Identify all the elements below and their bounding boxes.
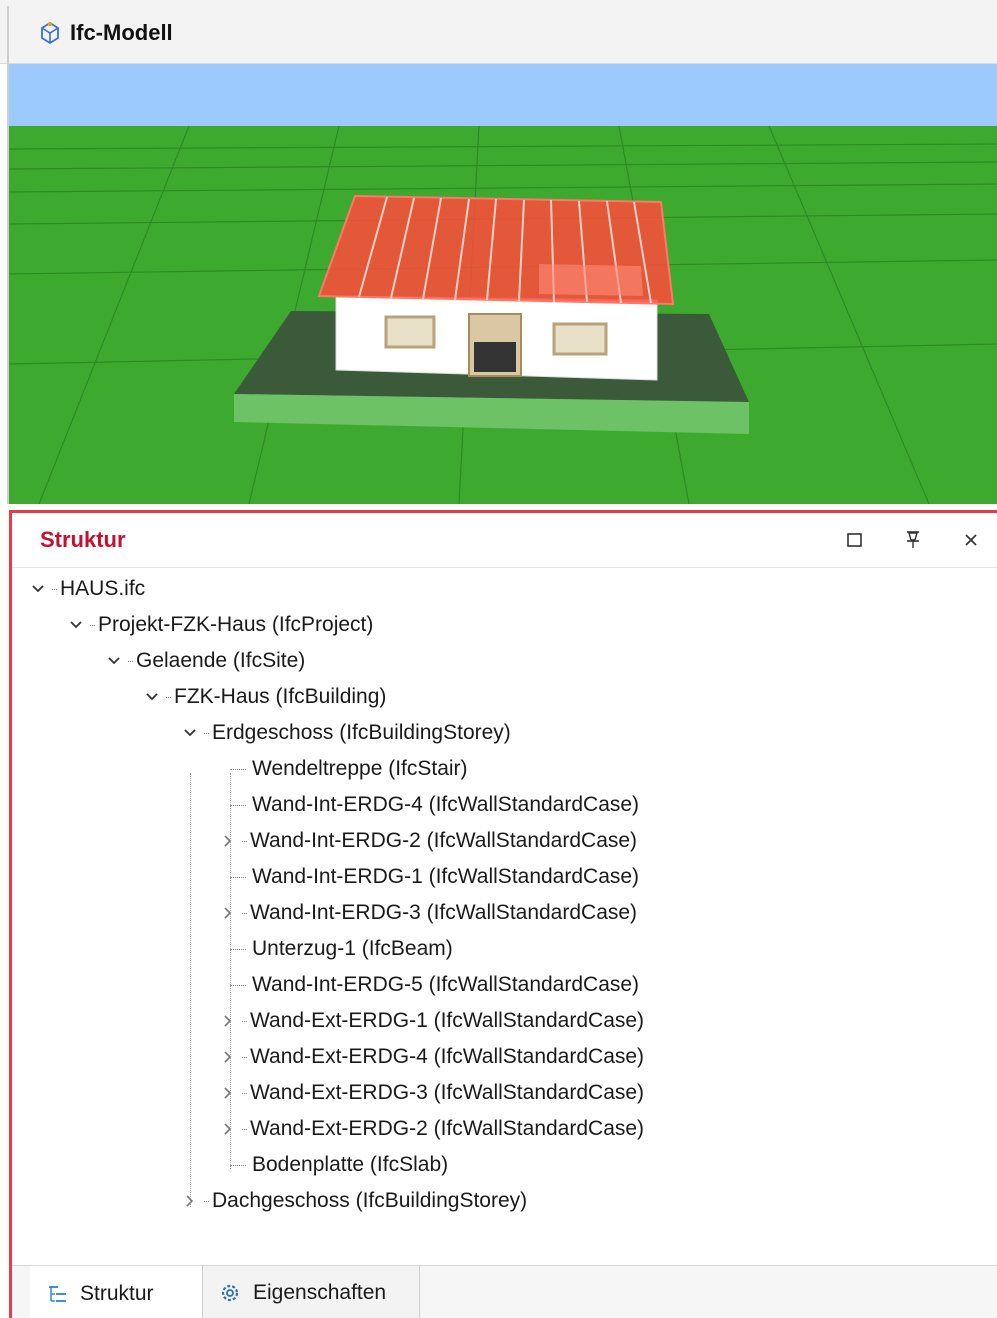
chevron-right-icon[interactable] xyxy=(218,1047,238,1067)
tree-node-erdgeschoss[interactable]: Erdgeschoss (IfcBuildingStorey) xyxy=(180,715,511,751)
tree-label: Projekt-FZK-Haus (IfcProject) xyxy=(98,613,374,636)
window-right xyxy=(552,322,608,356)
panel-title: Struktur xyxy=(40,527,126,552)
close-button[interactable] xyxy=(958,527,984,553)
tree-label: Wand-Int-ERDG-3 (IfcWallStandardCase) xyxy=(250,901,638,924)
panel-bottom-tabs: Struktur Eigenschaften xyxy=(12,1265,997,1318)
tree-label: Wand-Ext-ERDG-3 (IfcWallStandardCase) xyxy=(250,1081,645,1104)
tree-label: Gelaende (IfcSite) xyxy=(136,649,306,672)
tree-structure-icon xyxy=(49,1286,66,1302)
tree-label: Wand-Ext-ERDG-2 (IfcWallStandardCase) xyxy=(250,1117,645,1140)
maximize-icon xyxy=(847,533,862,547)
tab-label: Eigenschaften xyxy=(253,1280,387,1304)
tree-node-item[interactable]: Wand-Int-ERDG-5 (IfcWallStandardCase) xyxy=(230,967,639,1003)
tree-label: Wendeltreppe (IfcStair) xyxy=(252,757,468,780)
tree-node-dachgeschoss[interactable]: Dachgeschoss (IfcBuildingStorey) xyxy=(180,1183,527,1219)
tree-label: Wand-Int-ERDG-2 (IfcWallStandardCase) xyxy=(250,829,638,852)
tree-guide-line xyxy=(190,773,191,1207)
tree-node-item[interactable]: Unterzug-1 (IfcBeam) xyxy=(230,931,453,967)
pin-button[interactable] xyxy=(900,527,926,553)
tree-node-item[interactable]: Wand-Int-ERDG-1 (IfcWallStandardCase) xyxy=(230,859,639,895)
tree-node-item[interactable]: Wand-Ext-ERDG-3 (IfcWallStandardCase) xyxy=(218,1075,644,1111)
tree-label: Dachgeschoss (IfcBuildingStorey) xyxy=(212,1189,528,1212)
tree-node-item[interactable]: Wand-Int-ERDG-2 (IfcWallStandardCase) xyxy=(218,823,637,859)
tree-node-item[interactable]: Wand-Ext-ERDG-2 (IfcWallStandardCase) xyxy=(218,1111,644,1147)
door-glass xyxy=(474,342,516,372)
maximize-button[interactable] xyxy=(842,527,868,553)
structure-tree: HAUS.ifc Projekt-FZK-Haus (IfcProject) G… xyxy=(12,571,997,1261)
tab-struktur[interactable]: Struktur xyxy=(30,1266,202,1318)
window-left xyxy=(384,315,436,349)
chevron-down-icon[interactable] xyxy=(142,687,162,707)
tree-label: Bodenplatte (IfcSlab) xyxy=(252,1153,449,1176)
tree-node-root[interactable]: HAUS.ifc xyxy=(28,571,145,607)
tree-node-project[interactable]: Projekt-FZK-Haus (IfcProject) xyxy=(66,607,373,643)
tab-label: Struktur xyxy=(80,1282,154,1305)
tree-node-building[interactable]: FZK-Haus (IfcBuilding) xyxy=(142,679,386,715)
tree-label: FZK-Haus (IfcBuilding) xyxy=(174,685,387,708)
panel-header: Struktur xyxy=(12,513,997,568)
sky xyxy=(9,64,997,126)
tree-label: Wand-Ext-ERDG-1 (IfcWallStandardCase) xyxy=(250,1009,645,1032)
chevron-right-icon[interactable] xyxy=(218,1083,238,1103)
close-icon xyxy=(965,534,977,546)
chevron-down-icon[interactable] xyxy=(104,651,124,671)
tree-node-item[interactable]: Wand-Ext-ERDG-4 (IfcWallStandardCase) xyxy=(218,1039,644,1075)
tree-label: Wand-Ext-ERDG-4 (IfcWallStandardCase) xyxy=(250,1045,645,1068)
tree-node-item[interactable]: Wendeltreppe (IfcStair) xyxy=(230,751,468,787)
editor-tab-bar: Ifc-Modell xyxy=(0,0,997,64)
tree-label: Wand-Int-ERDG-1 (IfcWallStandardCase) xyxy=(252,865,640,888)
chevron-down-icon[interactable] xyxy=(180,723,200,743)
3d-scene xyxy=(9,64,997,504)
chevron-right-icon[interactable] xyxy=(218,831,238,851)
tree-node-item[interactable]: Wand-Int-ERDG-3 (IfcWallStandardCase) xyxy=(218,895,637,931)
tab-ifc-modell[interactable]: Ifc-Modell xyxy=(38,18,173,48)
tree-node-item[interactable]: Wand-Int-ERDG-4 (IfcWallStandardCase) xyxy=(230,787,639,823)
tree-label: Unterzug-1 (IfcBeam) xyxy=(252,937,453,960)
tab-eigenschaften[interactable]: Eigenschaften xyxy=(202,1266,420,1318)
pin-icon xyxy=(907,531,919,548)
properties-gear-icon xyxy=(221,1284,239,1301)
chevron-right-icon[interactable] xyxy=(218,1119,238,1139)
tree-label: Wand-Int-ERDG-4 (IfcWallStandardCase) xyxy=(252,793,640,816)
tree-label: Wand-Int-ERDG-5 (IfcWallStandardCase) xyxy=(252,973,640,996)
ifc-model-icon xyxy=(41,21,59,45)
tree-label: HAUS.ifc xyxy=(60,577,146,600)
chevron-down-icon[interactable] xyxy=(66,615,86,635)
chevron-right-icon[interactable] xyxy=(218,1011,238,1031)
tree-node-item[interactable]: Wand-Ext-ERDG-1 (IfcWallStandardCase) xyxy=(218,1003,644,1039)
chevron-down-icon[interactable] xyxy=(28,579,48,599)
tree-node-item[interactable]: Bodenplatte (IfcSlab) xyxy=(230,1147,448,1183)
tree-node-site[interactable]: Gelaende (IfcSite) xyxy=(104,643,305,679)
3d-viewport[interactable] xyxy=(9,64,997,504)
chevron-right-icon[interactable] xyxy=(218,903,238,923)
chevron-right-icon[interactable] xyxy=(180,1191,200,1211)
editor-tab-title: Ifc-Modell xyxy=(70,20,173,45)
struktur-panel: Struktur HAUS.ifc Projekt-FZK-Haus (IfcP… xyxy=(9,510,997,1318)
tree-label: Erdgeschoss (IfcBuildingStorey) xyxy=(212,721,511,744)
